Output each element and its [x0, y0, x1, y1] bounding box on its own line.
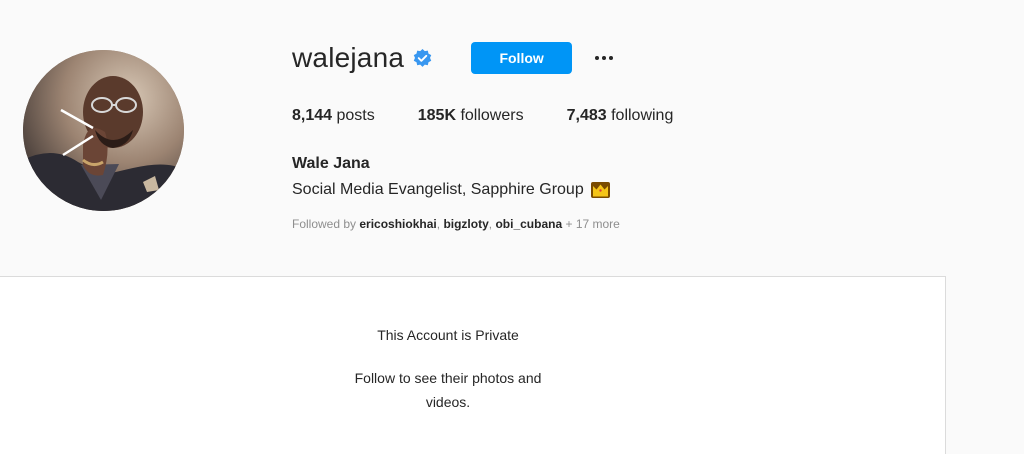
stat-followers-count: 185K: [417, 107, 456, 124]
private-account-notice: This Account is Private Follow to see th…: [0, 276, 946, 454]
profile-page: walejana Follow 8,144 posts 185K followe…: [0, 0, 1024, 454]
avatar[interactable]: [23, 50, 184, 211]
verified-badge-icon: [413, 48, 432, 68]
stat-following-label: following: [611, 107, 674, 124]
bio: Social Media Evangelist, Sapphire Group: [292, 181, 611, 199]
private-subtitle: Follow to see their photos and videos.: [354, 370, 542, 410]
stat-following[interactable]: 7,483 following: [567, 107, 674, 125]
followed-by-more: + 17 more: [565, 217, 620, 231]
more-horizontal-icon[interactable]: [592, 46, 616, 70]
profile-photo: [23, 50, 184, 211]
private-title: This Account is Private: [377, 327, 519, 343]
stat-following-count: 7,483: [566, 107, 607, 124]
stat-posts-count: 8,144: [292, 107, 333, 124]
stat-followers-label: followers: [460, 107, 524, 124]
followed-by-user[interactable]: ericoshiokhai: [359, 217, 436, 231]
username-row: walejana Follow: [292, 40, 616, 76]
bio-text: Social Media Evangelist, Sapphire Group: [292, 181, 584, 198]
stat-posts: 8,144 posts: [292, 107, 375, 125]
follow-button[interactable]: Follow: [471, 42, 573, 74]
followed-by-user[interactable]: bigzloty: [443, 217, 488, 231]
stat-followers[interactable]: 185K followers: [418, 107, 524, 125]
stat-posts-label: posts: [336, 107, 375, 124]
full-name: Wale Jana: [292, 155, 370, 172]
followed-by-user[interactable]: obi_cubana: [495, 217, 562, 231]
username: walejana: [292, 42, 405, 73]
crown-icon: [590, 181, 611, 199]
followed-by-prefix: Followed by: [292, 217, 357, 231]
profile-header: walejana Follow 8,144 posts 185K followe…: [0, 0, 946, 276]
profile-stats: 8,144 posts 185K followers 7,483 followi…: [292, 107, 716, 125]
followed-by[interactable]: Followed by ericoshiokhai, bigzloty, obi…: [292, 217, 620, 231]
